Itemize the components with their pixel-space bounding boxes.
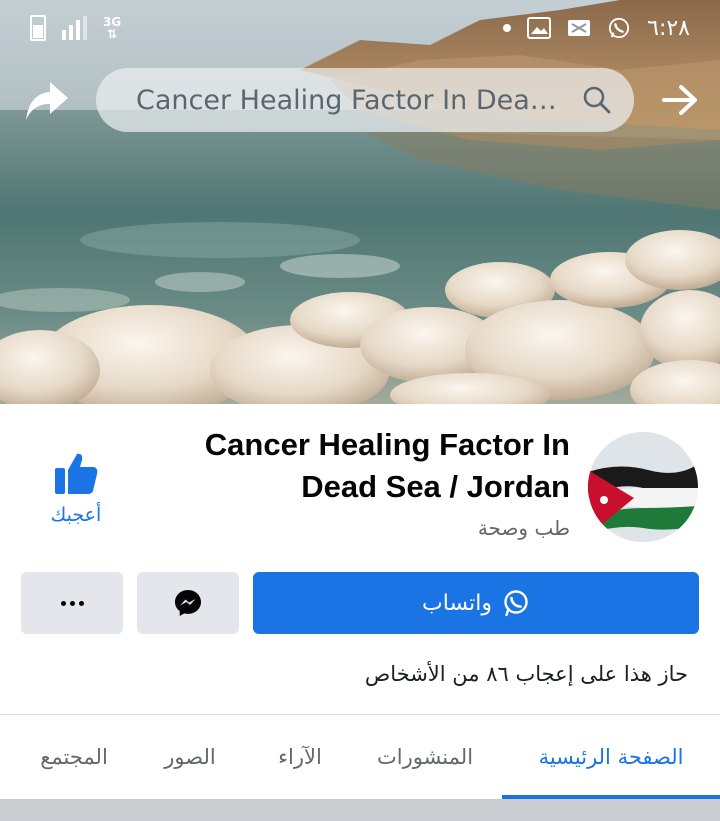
app-notification-icon <box>568 20 591 36</box>
network-type: 3G ⇅ <box>103 15 122 41</box>
like-label: أعجبك <box>50 504 102 526</box>
notification-dot-icon <box>503 24 512 32</box>
tab-posts[interactable]: المنشورات <box>358 715 492 799</box>
like-page-button[interactable]: أعجبك <box>40 450 112 526</box>
search-icon[interactable] <box>582 85 612 115</box>
arrow-right-icon[interactable] <box>660 80 700 120</box>
jordan-flag-image <box>588 432 698 542</box>
whatsapp-icon <box>504 590 528 617</box>
battery-icon <box>30 15 46 41</box>
tab-photos[interactable]: الصور <box>140 715 240 799</box>
more-button[interactable] <box>21 572 123 634</box>
section-separator <box>0 799 720 821</box>
share-icon[interactable] <box>22 76 72 126</box>
thumbs-up-icon <box>55 453 98 494</box>
whatsapp-button[interactable]: واتساب <box>253 572 699 634</box>
tab-reviews[interactable]: الآراء <box>250 715 350 799</box>
whatsapp-status-icon <box>609 17 630 39</box>
likes-summary: حاز هذا على إعجاب ٨٦ من الأشخاص <box>364 662 688 686</box>
status-bar: 3G ⇅ ٦:٢٨ <box>0 0 720 56</box>
gallery-icon <box>527 17 552 39</box>
signal-icon <box>62 16 87 40</box>
whatsapp-label: واتساب <box>422 590 492 616</box>
tab-community[interactable]: المجتمع <box>16 715 132 799</box>
page-avatar[interactable] <box>588 432 698 542</box>
page-tabs: الصفحة الرئيسية المنشورات الآراء الصور ا… <box>0 715 720 799</box>
clock: ٦:٢٨ <box>647 15 690 41</box>
cover-landscape <box>0 0 720 404</box>
search-bar[interactable]: Cancer Healing Factor In Dead... <box>96 68 634 132</box>
page-category[interactable]: طب وصحة <box>478 516 570 540</box>
more-dots-icon <box>60 600 84 606</box>
cover-photo <box>0 0 720 404</box>
tab-home[interactable]: الصفحة الرئيسية <box>502 715 720 799</box>
page-title: Cancer Healing Factor In Dead Sea / Jord… <box>204 427 570 504</box>
messenger-icon <box>175 590 201 616</box>
messenger-button[interactable] <box>137 572 239 634</box>
search-input[interactable]: Cancer Healing Factor In Dead... <box>136 85 572 116</box>
